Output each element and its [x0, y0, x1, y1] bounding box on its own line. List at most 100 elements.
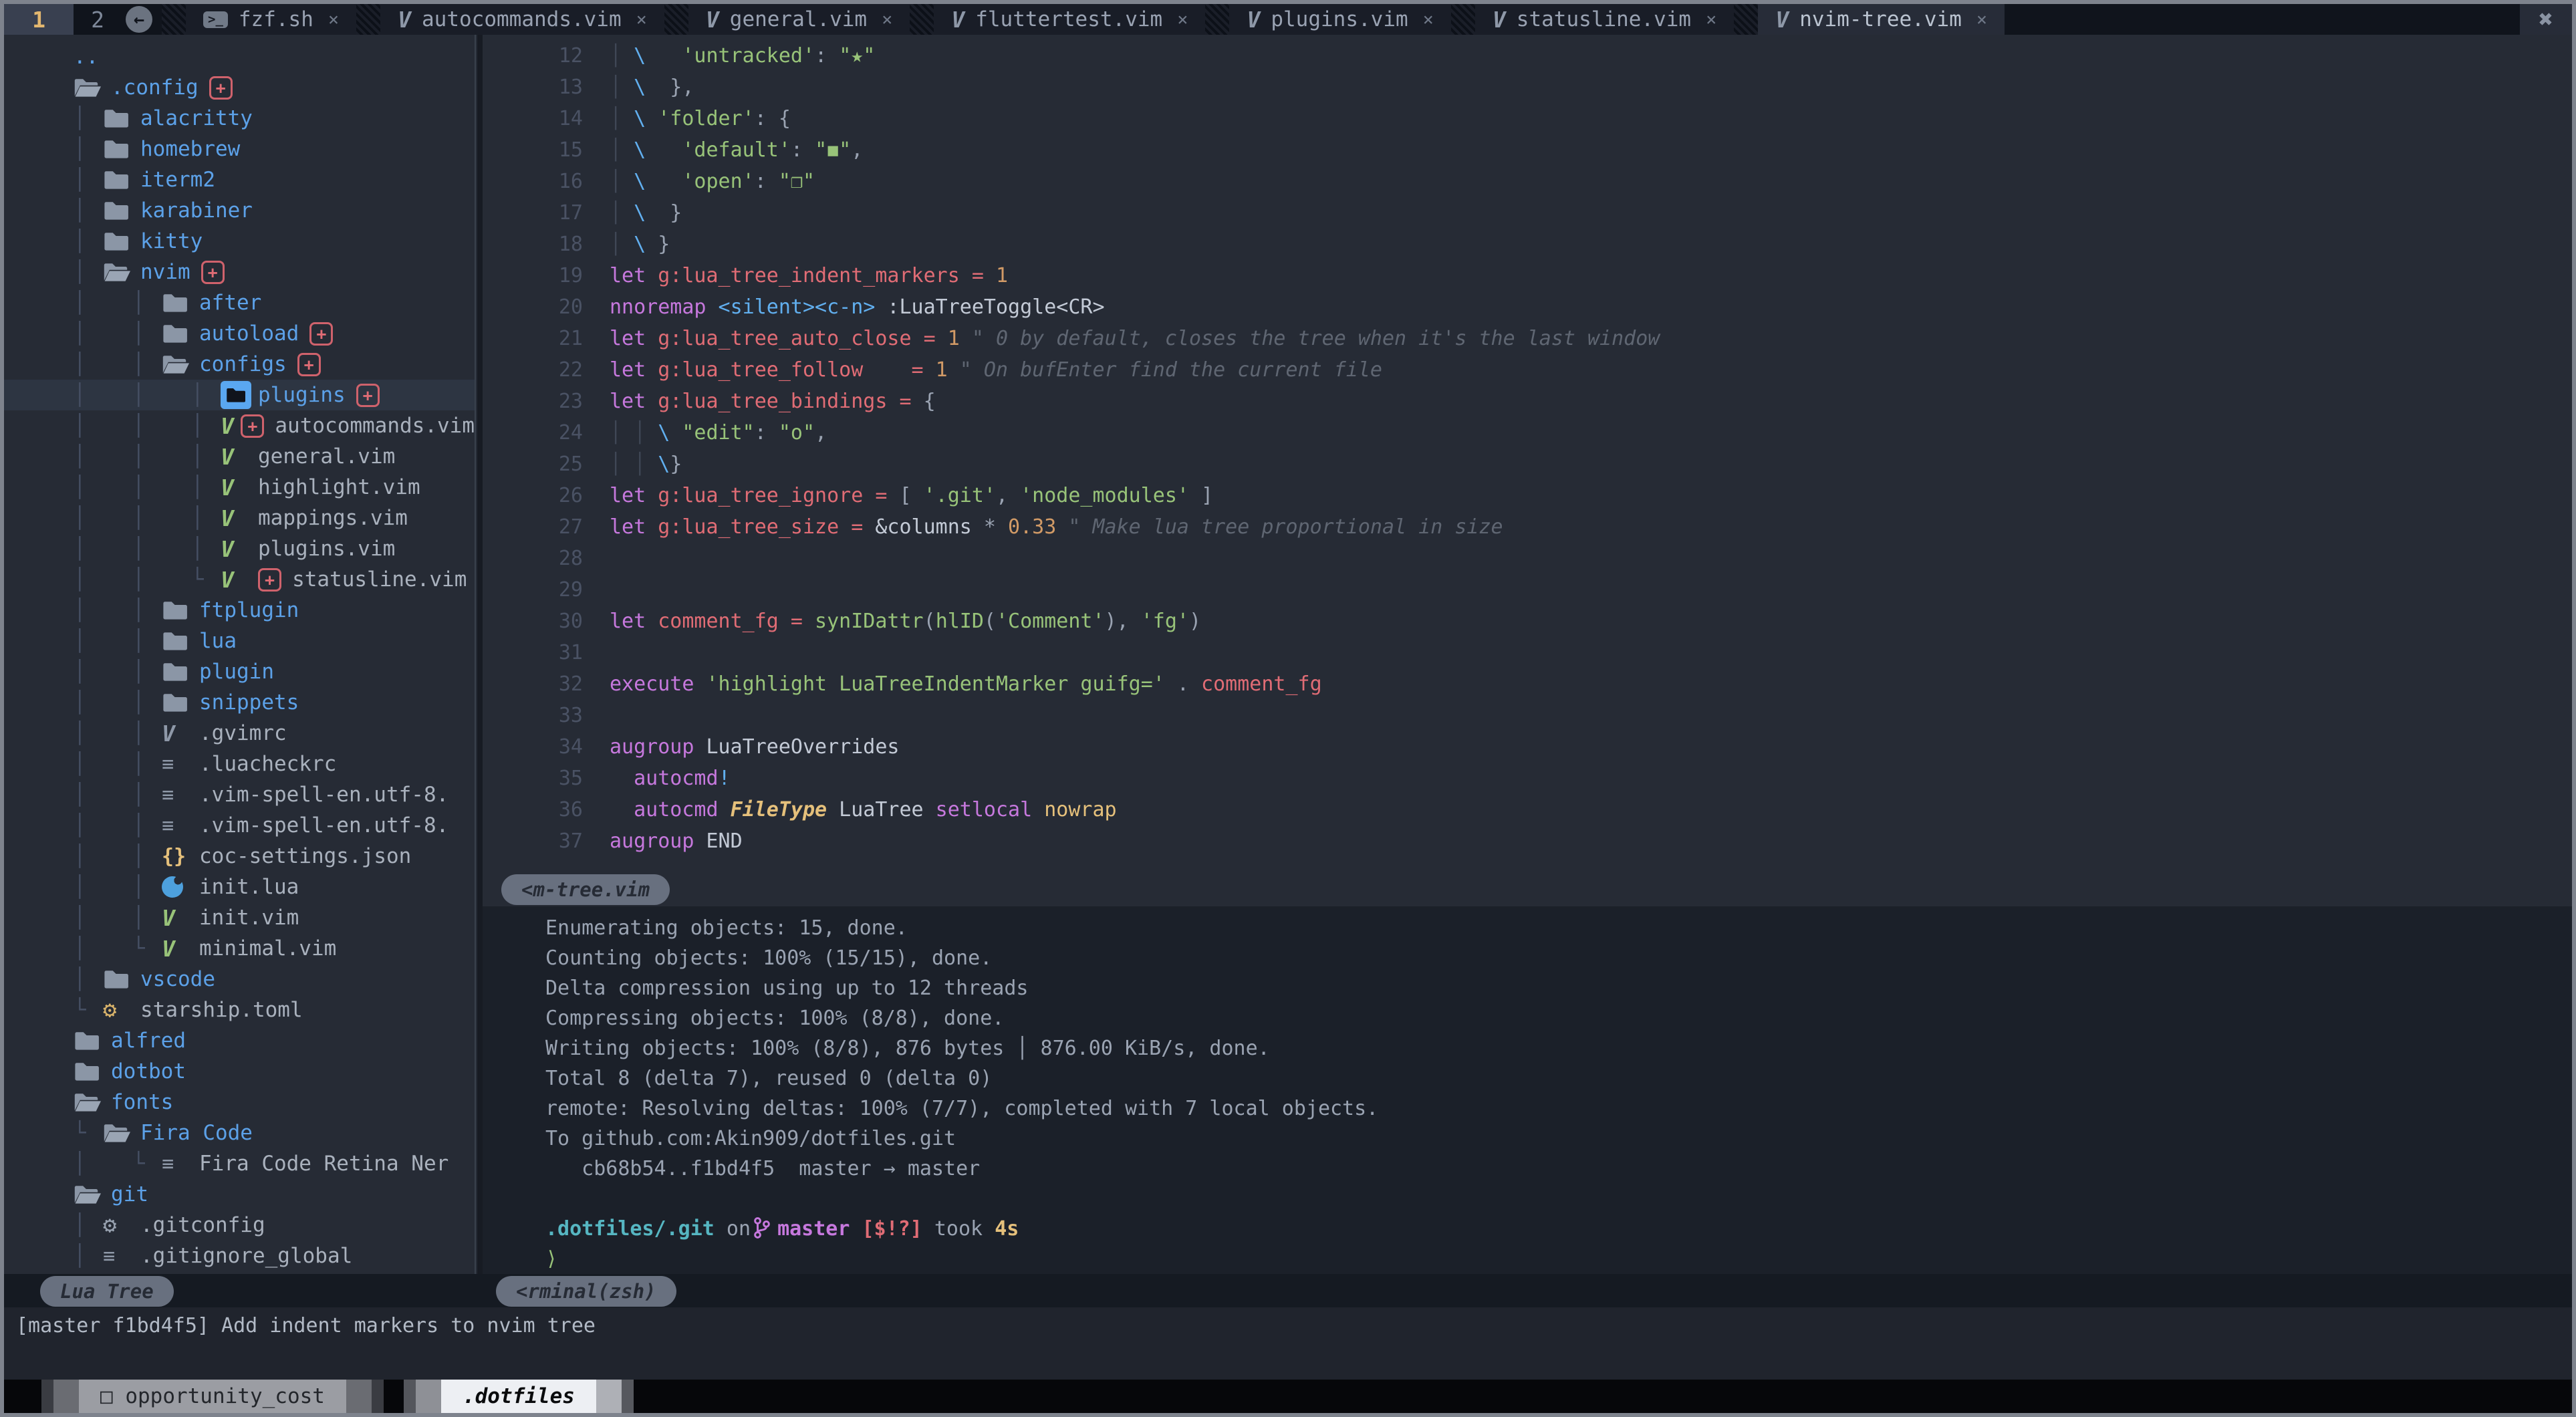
code-line[interactable]: 27let g:lua_tree_size = &columns * 0.33 … [483, 511, 2572, 543]
tree-item-fonts[interactable]: fonts [4, 1087, 475, 1118]
tmux-session-.dotfiles[interactable]: .dotfiles [404, 1380, 634, 1413]
tree-item-after[interactable]: │ │after [4, 287, 475, 318]
tree-item-init.vim[interactable]: │ │Vinit.vim [4, 902, 475, 933]
code-line[interactable]: 25│ │ \} [483, 448, 2572, 480]
guide-char: │ [132, 321, 162, 346]
tab-nvim-tree.vim[interactable]: Vnvim-tree.vim× [1758, 4, 2005, 35]
code-line[interactable]: 33 [483, 700, 2572, 731]
tab-general.vim[interactable]: Vgeneral.vim× [688, 4, 910, 35]
tree-item-..[interactable]: .. [4, 41, 475, 72]
tree-item-statusline.vim[interactable]: │ │ └V+statusline.vim [4, 564, 475, 595]
tree-item-autoload[interactable]: │ │autoload+ [4, 318, 475, 349]
code-line[interactable]: 24│ │ \ "edit": "o", [483, 417, 2572, 448]
tab-fluttertest.vim[interactable]: Vfluttertest.vim× [934, 4, 1205, 35]
tree-item-dotbot[interactable]: dotbot [4, 1056, 475, 1087]
tmux-session--opportunity-cost[interactable]: □ opportunity_cost [41, 1380, 384, 1413]
close-icon[interactable]: ✖ [2520, 4, 2572, 35]
tree-item-kitty[interactable]: │kitty [4, 226, 475, 257]
code-line[interactable]: 37augroup END [483, 825, 2572, 857]
tab-statusline.vim[interactable]: Vstatusline.vim× [1475, 4, 1734, 35]
tree-item-.vim-spell-en.utf-8.[interactable]: │ │≡.vim-spell-en.utf-8. [4, 810, 475, 841]
tab-close-icon[interactable]: × [1976, 9, 1987, 30]
tree-item-plugins.vim[interactable]: │ │ │Vplugins.vim [4, 533, 475, 564]
code-line[interactable]: 28 [483, 543, 2572, 574]
tree-item-autocommands.vim[interactable]: │ │ │V+autocommands.vim [4, 410, 475, 441]
tree-item-.config[interactable]: .config+ [4, 72, 475, 103]
guide-char: │ [74, 291, 103, 315]
tree-item-.luacheckrc[interactable]: │ │≡.luacheckrc [4, 749, 475, 779]
tab-close-icon[interactable]: × [1423, 9, 1434, 30]
code-line[interactable]: 36 autocmd FileType LuaTree setlocal now… [483, 794, 2572, 825]
tree-item-Fira Code Retina Ner[interactable]: │ └≡Fira Code Retina Ner [4, 1148, 475, 1179]
code-line[interactable]: 14│ \ 'folder': { [483, 103, 2572, 134]
code-line[interactable]: 18│ \ } [483, 229, 2572, 260]
line-number: 27 [483, 511, 610, 543]
tree-item-starship.toml[interactable]: └⚙starship.toml [4, 995, 475, 1025]
tree-item-plugin[interactable]: │ │plugin [4, 656, 475, 687]
code-line[interactable]: 26let g:lua_tree_ignore = [ '.git', 'nod… [483, 480, 2572, 511]
code-line[interactable]: 21let g:lua_tree_auto_close = 1 " 0 by d… [483, 323, 2572, 354]
terminal-line: .dotfiles/.git onmaster [$!?] took 4s [545, 1214, 2572, 1244]
code-line[interactable]: 19let g:lua_tree_indent_markers = 1 [483, 260, 2572, 291]
code-line[interactable]: 35 autocmd! [483, 763, 2572, 794]
code-line[interactable]: 12│ \ 'untracked': "★" [483, 40, 2572, 72]
tree-item-mappings.vim[interactable]: │ │ │Vmappings.vim [4, 503, 475, 533]
tab-autocommands.vim[interactable]: Vautocommands.vim× [380, 4, 664, 35]
tree-item-.gvimrc[interactable]: │ │V.gvimrc [4, 718, 475, 749]
tree-item-lua[interactable]: │ │lua [4, 626, 475, 656]
tab-close-icon[interactable]: × [328, 9, 339, 30]
tree-item-iterm2[interactable]: │iterm2 [4, 164, 475, 195]
tab-fzf.sh[interactable]: >_fzf.sh× [186, 4, 356, 35]
code-line[interactable]: 31 [483, 637, 2572, 668]
tree-item-.vim-spell-en.utf-8.[interactable]: │ │≡.vim-spell-en.utf-8. [4, 779, 475, 810]
tree-item-vscode[interactable]: │vscode [4, 964, 475, 995]
tree-item-snippets[interactable]: │ │snippets [4, 687, 475, 718]
code-line[interactable]: 20nnoremap <silent><c-n> :LuaTreeToggle<… [483, 291, 2572, 323]
code-line[interactable]: 34augroup LuaTreeOverrides [483, 731, 2572, 763]
back-arrow-icon[interactable]: ← [126, 6, 152, 33]
tree-item-alfred[interactable]: alfred [4, 1025, 475, 1056]
tree-item-label: dotbot [111, 1059, 186, 1083]
tree-item-init.lua[interactable]: │ │init.lua [4, 872, 475, 902]
tree-item-configs[interactable]: │ │configs+ [4, 349, 475, 380]
workspace-2[interactable]: 2 [74, 4, 122, 35]
folder-icon [162, 692, 199, 713]
code-line[interactable]: 23let g:lua_tree_bindings = { [483, 386, 2572, 417]
tree-item-minimal.vim[interactable]: │ └Vminimal.vim [4, 933, 475, 964]
tab-separator [910, 4, 934, 35]
tab-close-icon[interactable]: × [1706, 9, 1716, 30]
tree-item-ftplugin[interactable]: │ │ftplugin [4, 595, 475, 626]
window-separator[interactable] [477, 35, 483, 1274]
tab-close-icon[interactable]: × [1177, 9, 1188, 30]
code-line[interactable]: 16│ \ 'open': "❐" [483, 166, 2572, 197]
code-line[interactable]: 32execute 'highlight LuaTreeIndentMarker… [483, 668, 2572, 700]
tree-item-general.vim[interactable]: │ │ │Vgeneral.vim [4, 441, 475, 472]
code-line[interactable]: 22let g:lua_tree_follow = 1 " On bufEnte… [483, 354, 2572, 386]
code-line[interactable]: 15│ \ 'default': "◼", [483, 134, 2572, 166]
tab-plugins.vim[interactable]: Vplugins.vim× [1229, 4, 1450, 35]
code-line[interactable]: 13│ \ }, [483, 72, 2572, 103]
editor-pane[interactable]: 12│ \ 'untracked': "★"13│ \ },14│ \ 'fol… [483, 35, 2572, 872]
tree-item-coc-settings.json[interactable]: │ │{}coc-settings.json [4, 841, 475, 872]
code-line[interactable]: 29 [483, 574, 2572, 606]
tab-close-icon[interactable]: × [636, 9, 647, 30]
tree-item-homebrew[interactable]: │homebrew [4, 134, 475, 164]
code-line[interactable]: 17│ \ } [483, 197, 2572, 229]
file-tree-panel[interactable]: ...config+│alacritty│homebrew│iterm2│kar… [4, 35, 476, 1274]
code-line[interactable]: 30let comment_fg = synIDattr(hlID('Comme… [483, 606, 2572, 637]
tree-item-git[interactable]: git [4, 1179, 475, 1210]
vim-icon: V [221, 567, 258, 593]
tree-item-karabiner[interactable]: │karabiner [4, 195, 475, 226]
folder-icon [162, 323, 199, 344]
tree-item-Fira Code[interactable]: └Fira Code [4, 1118, 475, 1148]
terminal-pane[interactable]: Enumerating objects: 15, done.Counting o… [483, 906, 2572, 1274]
tab-close-icon[interactable]: × [882, 9, 892, 30]
tree-item-.gitconfig[interactable]: │⚙.gitconfig [4, 1210, 475, 1241]
guide-char: │ [132, 844, 162, 868]
tree-item-highlight.vim[interactable]: │ │ │Vhighlight.vim [4, 472, 475, 503]
tree-item-.gitignore_global[interactable]: │≡.gitignore_global [4, 1241, 475, 1271]
tree-item-nvim[interactable]: │nvim+ [4, 257, 475, 287]
workspace-1[interactable]: 1 [4, 4, 74, 35]
tree-item-plugins[interactable]: │ │ │plugins+ [4, 380, 475, 410]
tree-item-alacritty[interactable]: │alacritty [4, 103, 475, 134]
